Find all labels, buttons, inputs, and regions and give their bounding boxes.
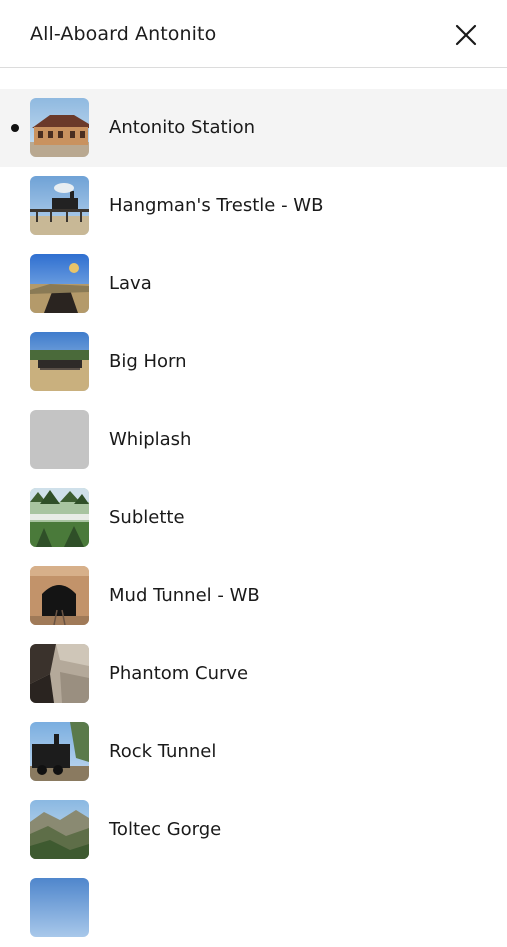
stop-thumbnail xyxy=(30,98,89,157)
stop-thumbnail xyxy=(30,254,89,313)
stop-item[interactable]: Whiplash xyxy=(0,401,507,479)
stop-item[interactable]: Mud Tunnel - WB xyxy=(0,557,507,635)
stop-thumbnail xyxy=(30,722,89,781)
stop-item[interactable]: Rock Tunnel xyxy=(0,713,507,791)
header-bar: All-Aboard Antonito xyxy=(0,0,507,68)
stop-item[interactable]: Toltec Gorge xyxy=(0,791,507,869)
stop-item[interactable]: Lava xyxy=(0,245,507,323)
page-title: All-Aboard Antonito xyxy=(30,23,217,45)
stop-list: Antonito Station Hangman's Trestle - WB xyxy=(0,89,507,947)
stop-label: Toltec Gorge xyxy=(109,819,222,840)
stop-thumbnail xyxy=(30,332,89,391)
stop-item[interactable]: Hangman's Trestle - WB xyxy=(0,167,507,245)
stop-item[interactable]: Sublette xyxy=(0,479,507,557)
stop-thumbnail xyxy=(30,488,89,547)
current-stop-indicator xyxy=(11,124,19,132)
stop-thumbnail xyxy=(30,878,89,937)
stop-label: Sublette xyxy=(109,507,185,528)
stop-label: Whiplash xyxy=(109,429,192,450)
stop-label: Antonito Station xyxy=(109,117,255,138)
stop-label: Lava xyxy=(109,273,152,294)
stop-thumbnail xyxy=(30,800,89,859)
stop-item[interactable]: Antonito Station xyxy=(0,89,507,167)
stop-thumbnail-placeholder xyxy=(30,410,89,469)
close-button[interactable] xyxy=(449,18,483,52)
stop-thumbnail xyxy=(30,176,89,235)
stop-thumbnail xyxy=(30,644,89,703)
stop-thumbnail xyxy=(30,566,89,625)
stop-label: Big Horn xyxy=(109,351,187,372)
stop-label: Rock Tunnel xyxy=(109,741,217,762)
close-icon xyxy=(455,24,477,46)
stop-item[interactable] xyxy=(0,869,507,947)
stop-label: Phantom Curve xyxy=(109,663,249,684)
stop-label: Hangman's Trestle - WB xyxy=(109,195,324,216)
stop-item[interactable]: Big Horn xyxy=(0,323,507,401)
stop-label: Mud Tunnel - WB xyxy=(109,585,260,606)
stop-item[interactable]: Phantom Curve xyxy=(0,635,507,713)
